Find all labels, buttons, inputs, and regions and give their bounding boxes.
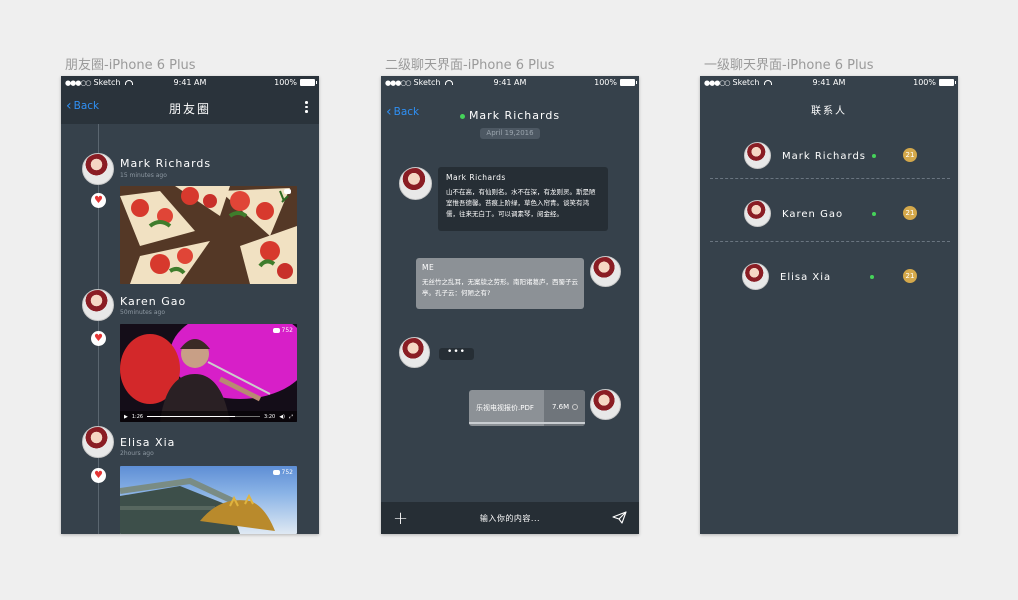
post-author[interactable]: Elisa Xia	[120, 436, 175, 449]
post-author[interactable]: Karen Gao	[120, 295, 186, 308]
contact-row[interactable]: Karen Gao 21	[700, 194, 958, 234]
fullscreen-icon[interactable]: ⤢	[289, 414, 293, 420]
caption-chat: 二级聊天界面-iPhone 6 Plus	[385, 58, 555, 73]
file-size: 7.6M	[552, 403, 570, 411]
pizza-photo	[120, 186, 297, 284]
heart-icon[interactable]: ♥	[91, 193, 106, 208]
message-text: 无丝竹之乱耳，无案牍之劳形。南阳诸葛庐，西蜀子云亭。孔子云：何陋之有?	[422, 278, 578, 297]
battery-percent: 100%	[274, 78, 297, 87]
file-size-panel: 7.6M	[544, 390, 585, 426]
contact-name: Elisa Xia	[780, 272, 832, 283]
heart-icon[interactable]: ♥	[91, 331, 106, 346]
heart-icon[interactable]: ♥	[91, 468, 106, 483]
contact-row[interactable]: Mark Richards 21	[700, 136, 958, 176]
page-title: 朋友圈	[168, 102, 211, 116]
palace-photo	[120, 477, 275, 534]
status-bar: ●●●○○ Sketch 9:41 AM 100%	[700, 76, 958, 91]
chat-screen: ●●●○○ Sketch 9:41 AM 100% ‹ Back Mark Rich…	[381, 76, 639, 534]
avatar[interactable]	[82, 153, 114, 185]
avatar	[744, 200, 771, 227]
battery-percent: 100%	[594, 78, 617, 87]
message-input[interactable]: 输入你的内容...	[381, 513, 639, 524]
file-attachment[interactable]: 乐视电视报价.PDF 7.6M	[469, 390, 585, 426]
comment-count: 752	[272, 469, 293, 476]
video-scrubber[interactable]	[147, 415, 260, 418]
contact-row[interactable]: Elisa Xia 21	[700, 257, 958, 297]
post-image[interactable]	[120, 186, 297, 284]
post-image[interactable]: 752	[120, 466, 297, 534]
unread-badge: 21	[903, 148, 917, 162]
comment-icon	[284, 189, 291, 194]
comment-count	[284, 189, 293, 194]
post-author[interactable]: Mark Richards	[120, 157, 211, 170]
comment-icon	[272, 328, 280, 333]
moments-screen: ●●●○○ Sketch 9:41 AM 100% ‹ Back 朋友圈 Mark …	[61, 76, 319, 534]
comment-count: 752	[272, 327, 293, 334]
message-input-bar: + 输入你的内容...	[381, 502, 639, 534]
volume-icon[interactable]: ◀)	[279, 414, 285, 420]
caption-contacts: 一级聊天界面-iPhone 6 Plus	[704, 58, 874, 73]
concert-photo	[120, 324, 297, 422]
unread-badge: 21	[903, 206, 917, 220]
message-sender: ME	[422, 263, 435, 272]
video-total: 3:20	[263, 413, 276, 420]
avatar[interactable]	[82, 289, 114, 321]
message-incoming[interactable]: Mark Richards 山不在高，有仙则名。水不在深，有龙则灵。斯是陋室惟吾…	[438, 167, 608, 231]
contacts-navbar: 联系人	[700, 91, 958, 124]
file-name: 乐视电视报价.PDF	[476, 404, 534, 412]
contact-name: Mark Richards	[782, 151, 867, 162]
avatar	[744, 142, 771, 169]
more-options-icon[interactable]	[305, 101, 309, 113]
play-icon[interactable]: ▶	[124, 414, 128, 420]
battery-icon	[620, 79, 637, 86]
send-icon[interactable]	[612, 511, 627, 524]
avatar[interactable]	[82, 426, 114, 458]
battery-icon	[300, 79, 317, 86]
online-status-icon	[872, 212, 876, 216]
chat-title: Mark Richards	[381, 109, 639, 122]
battery-percent: 100%	[913, 78, 936, 87]
contacts-screen: ●●●○○ Sketch 9:41 AM 100% 联系人 Mark Richar…	[700, 76, 958, 534]
online-status-icon	[872, 154, 876, 158]
date-divider: April 19,2016	[480, 128, 540, 139]
battery-icon	[939, 79, 956, 86]
post-time: 15 minutes ago	[120, 172, 167, 179]
page-title: 联系人	[811, 106, 847, 117]
divider	[710, 178, 950, 179]
avatar[interactable]	[399, 167, 432, 200]
avatar[interactable]	[399, 337, 430, 368]
avatar[interactable]	[590, 256, 621, 287]
avatar	[742, 263, 769, 290]
post-time: 50minutes ago	[120, 309, 165, 316]
online-status-icon	[870, 275, 874, 279]
video-elapsed: 1:26	[131, 413, 144, 420]
message-sender: Mark Richards	[446, 173, 506, 182]
online-status-icon	[459, 113, 465, 119]
video-controls: ▶ 1:26 3:20 ◀) ⤢	[120, 411, 297, 422]
contact-name: Karen Gao	[782, 209, 844, 220]
unread-badge: 21	[903, 269, 917, 283]
message-text: 山不在高，有仙则名。水不在深，有龙则灵。斯是陋室惟吾德馨。苔痕上阶绿，草色入帘青…	[446, 188, 596, 218]
status-bar: ●●●○○ Sketch 9:41 AM 100%	[381, 76, 639, 91]
caption-moments: 朋友圈-iPhone 6 Plus	[65, 58, 196, 73]
download-icon[interactable]	[572, 404, 579, 410]
message-outgoing[interactable]: ME 无丝竹之乱耳，无案牍之劳形。南阳诸葛庐，西蜀子云亭。孔子云：何陋之有?	[416, 258, 584, 309]
post-time: 2hours ago	[120, 450, 154, 457]
moments-navbar: ‹ Back 朋友圈	[61, 91, 319, 124]
post-video[interactable]: 752 ▶ 1:26 3:20 ◀) ⤢	[120, 324, 297, 422]
typing-indicator: •••	[439, 348, 474, 360]
avatar[interactable]	[590, 389, 621, 420]
divider	[710, 241, 950, 242]
file-progress	[469, 422, 585, 424]
comment-icon	[272, 470, 280, 475]
status-bar: ●●●○○ Sketch 9:41 AM 100%	[61, 76, 319, 91]
